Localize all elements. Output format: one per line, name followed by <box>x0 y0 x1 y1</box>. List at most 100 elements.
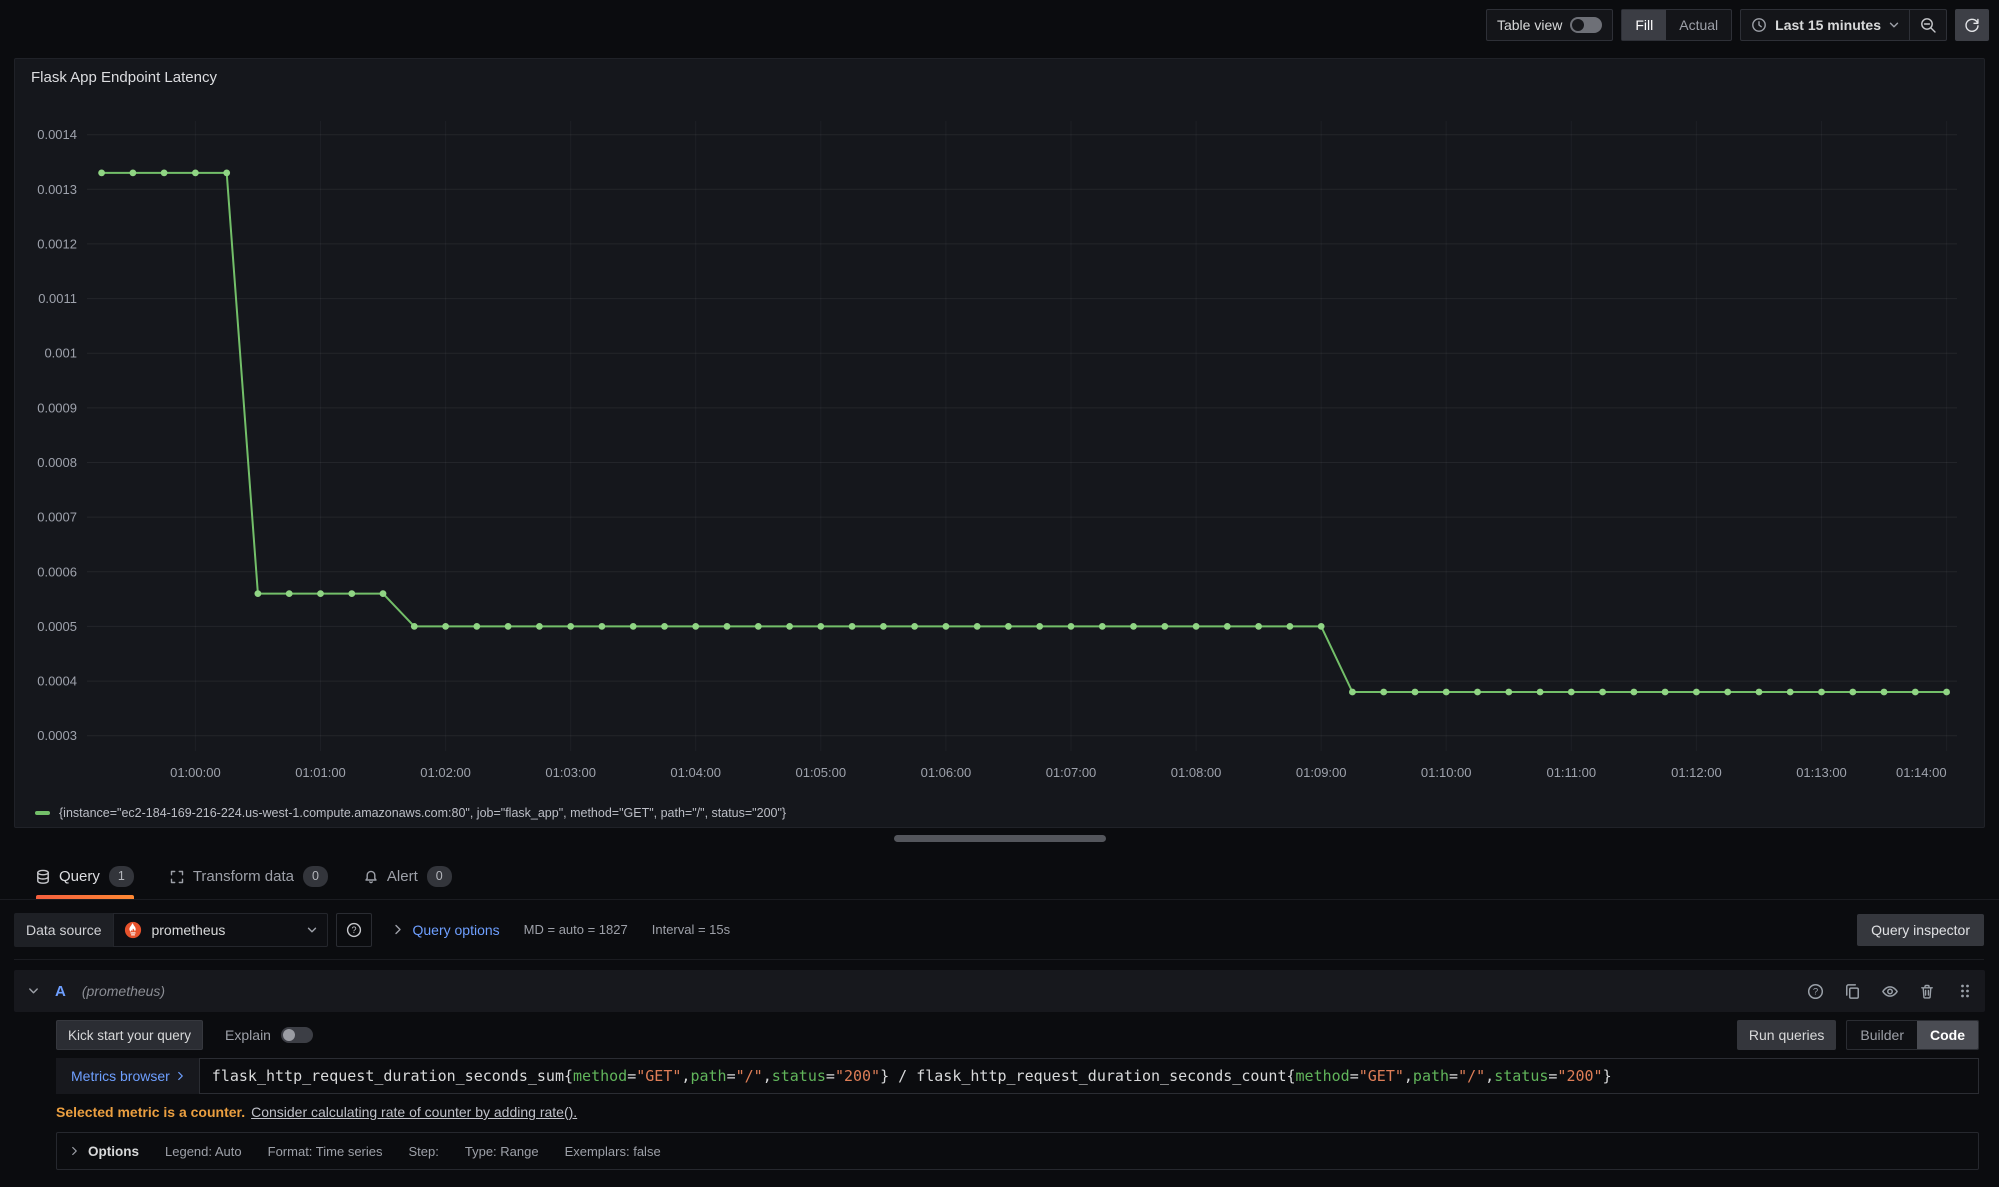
warning-text: Selected metric is a counter. <box>56 1104 245 1120</box>
datasource-label: Data source <box>14 913 113 947</box>
time-series-panel: Flask App Endpoint Latency 0.00140.00130… <box>14 58 1985 828</box>
svg-text:0.0008: 0.0008 <box>37 455 77 470</box>
code-token: "200" <box>1557 1067 1602 1085</box>
code-mode-button[interactable]: Code <box>1917 1021 1978 1049</box>
collapse-chevron-icon[interactable] <box>28 987 39 995</box>
tab-query[interactable]: Query 1 <box>36 854 134 899</box>
options-legend: Legend: Auto <box>165 1144 242 1159</box>
code-token: } <box>1603 1067 1612 1085</box>
svg-text:01:01:00: 01:01:00 <box>295 765 346 780</box>
explain-group: Explain <box>225 1027 313 1043</box>
editor-mode-segmented: Builder Code <box>1846 1020 1979 1050</box>
code-token: flask_http_request_duration_seconds_sum{ <box>212 1067 573 1085</box>
toggle-knob <box>283 1029 295 1041</box>
tab-query-label: Query <box>59 868 100 885</box>
query-options-summary-bar: Options Legend: Auto Format: Time series… <box>56 1132 1979 1170</box>
warning-rate-link[interactable]: Consider calculating rate of counter by … <box>251 1104 577 1120</box>
options-format: Format: Time series <box>268 1144 383 1159</box>
metrics-browser-label: Metrics browser <box>71 1068 170 1084</box>
svg-text:0.0014: 0.0014 <box>37 127 77 142</box>
query-datasource-hint: (prometheus) <box>82 983 165 999</box>
help-circle-icon[interactable]: ? <box>1807 983 1824 1000</box>
datasource-help-button[interactable]: ? <box>336 913 372 947</box>
drag-handle-grip-icon[interactable] <box>1959 983 1971 999</box>
code-token: method <box>1296 1067 1350 1085</box>
promql-query-text: flask_http_request_duration_seconds_sum{… <box>212 1067 1612 1085</box>
datasource-bar: Data source prometheus ? Query options M… <box>14 908 1984 960</box>
refresh-button[interactable] <box>1955 9 1989 41</box>
code-token: path <box>1413 1067 1449 1085</box>
options-toggle[interactable]: Options <box>71 1144 139 1159</box>
svg-text:01:07:00: 01:07:00 <box>1046 765 1097 780</box>
query-run-tools: Run queries Builder Code <box>1737 1020 1979 1050</box>
pane-size-segmented: Fill Actual <box>1621 9 1732 41</box>
bell-icon <box>364 869 378 884</box>
svg-text:01:09:00: 01:09:00 <box>1296 765 1347 780</box>
query-editor-toolbar: Kick start your query Explain Run querie… <box>56 1020 1979 1050</box>
table-view-toggle[interactable] <box>1570 17 1602 33</box>
svg-text:01:03:00: 01:03:00 <box>545 765 596 780</box>
zoom-out-button[interactable] <box>1910 10 1946 40</box>
code-token: = <box>1350 1067 1359 1085</box>
svg-text:01:11:00: 01:11:00 <box>1546 765 1596 780</box>
duplicate-query-icon[interactable] <box>1844 983 1861 1000</box>
time-range-picker[interactable]: Last 15 minutes <box>1741 10 1909 40</box>
counter-warning-row: Selected metric is a counter. Consider c… <box>56 1102 1979 1122</box>
code-token: path <box>690 1067 726 1085</box>
kick-start-query-button[interactable]: Kick start your query <box>56 1020 203 1050</box>
svg-text:0.0005: 0.0005 <box>37 619 77 634</box>
code-token: "GET" <box>1359 1067 1404 1085</box>
tab-transform-count-badge: 0 <box>303 866 328 887</box>
toggle-visibility-eye-icon[interactable] <box>1881 983 1899 1000</box>
fill-button[interactable]: Fill <box>1622 10 1666 40</box>
svg-text:01:02:00: 01:02:00 <box>420 765 471 780</box>
horizontal-scrollbar-thumb[interactable] <box>894 835 1106 842</box>
chart-legend-item[interactable]: {instance="ec2-184-169-216-224.us-west-1… <box>15 801 1984 825</box>
options-step: Step: <box>409 1144 439 1159</box>
run-queries-button[interactable]: Run queries <box>1737 1020 1837 1050</box>
query-options-toggle[interactable]: Query options <box>394 922 499 938</box>
options-label: Options <box>88 1144 139 1159</box>
chevron-right-icon <box>177 1071 184 1081</box>
datasource-value: prometheus <box>151 922 225 938</box>
options-type: Type: Range <box>465 1144 539 1159</box>
actual-button[interactable]: Actual <box>1666 10 1731 40</box>
tab-transform-data[interactable]: Transform data 0 <box>170 854 328 899</box>
explain-toggle[interactable] <box>281 1027 313 1043</box>
legend-series-label: {instance="ec2-184-169-216-224.us-west-1… <box>59 806 786 820</box>
legend-series-marker <box>35 811 50 815</box>
explain-label: Explain <box>225 1027 271 1043</box>
code-token: method <box>573 1067 627 1085</box>
svg-text:0.0006: 0.0006 <box>37 564 77 579</box>
svg-text:0.0004: 0.0004 <box>37 674 77 689</box>
code-token: , <box>1404 1067 1413 1085</box>
promql-code-input[interactable]: flask_http_request_duration_seconds_sum{… <box>199 1058 1979 1094</box>
svg-text:01:13:00: 01:13:00 <box>1796 765 1847 780</box>
svg-text:0.0013: 0.0013 <box>37 182 77 197</box>
query-row-header[interactable]: A (prometheus) ? <box>14 970 1985 1012</box>
prometheus-icon <box>124 921 142 939</box>
query-ref-id: A <box>55 983 66 1000</box>
chevron-right-icon <box>71 1146 78 1156</box>
tab-query-count-badge: 1 <box>109 866 134 887</box>
tab-alert-count-badge: 0 <box>427 866 452 887</box>
metrics-browser-button[interactable]: Metrics browser <box>56 1058 199 1094</box>
query-inspector-button[interactable]: Query inspector <box>1857 914 1984 946</box>
time-controls-group: Last 15 minutes <box>1740 9 1947 41</box>
panel-editor-topbar: Table view Fill Actual Last 15 minutes <box>0 0 1999 50</box>
code-token: , <box>1485 1067 1494 1085</box>
code-token: status <box>1494 1067 1548 1085</box>
builder-mode-button[interactable]: Builder <box>1847 1021 1917 1049</box>
interval-text: Interval = 15s <box>652 922 730 937</box>
svg-text:?: ? <box>352 925 357 935</box>
delete-query-trash-icon[interactable] <box>1919 983 1935 1000</box>
options-exemplars: Exemplars: false <box>565 1144 661 1159</box>
tab-alert[interactable]: Alert 0 <box>364 854 452 899</box>
chevron-down-icon <box>1889 21 1899 29</box>
svg-text:01:08:00: 01:08:00 <box>1171 765 1222 780</box>
datasource-select[interactable]: prometheus <box>113 913 328 947</box>
svg-text:0.0003: 0.0003 <box>37 728 77 743</box>
promql-editor-row: Metrics browser flask_http_request_durat… <box>56 1058 1979 1094</box>
code-token: status <box>772 1067 826 1085</box>
code-token: = <box>727 1067 736 1085</box>
